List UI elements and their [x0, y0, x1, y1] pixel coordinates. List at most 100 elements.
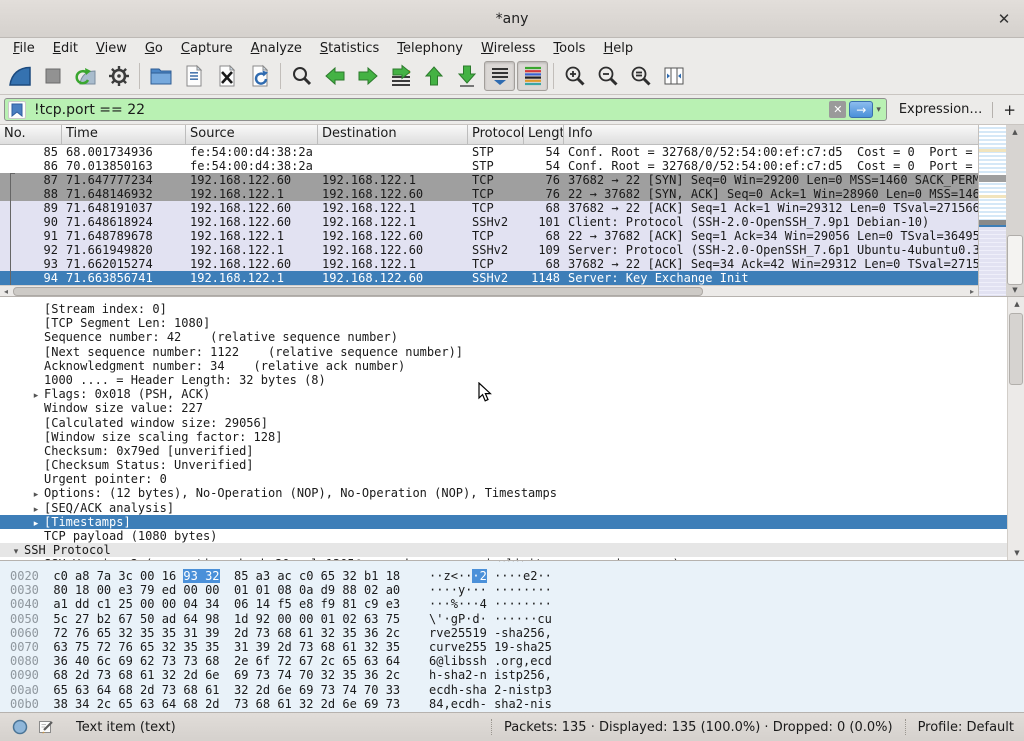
column-header-source[interactable]: Source	[186, 125, 318, 144]
hscroll-left-arrow-icon[interactable]: ◂	[0, 286, 12, 297]
detail-line[interactable]: ▸[Timestamps]	[0, 515, 1024, 529]
vscroll-down-arrow-icon[interactable]: ▼	[1006, 283, 1024, 297]
zoom-out-button[interactable]	[592, 61, 623, 91]
detail-scroll-thumb[interactable]	[1009, 313, 1023, 385]
find-packet-button[interactable]	[286, 61, 317, 91]
detail-line[interactable]: Urgent pointer: 0	[0, 472, 1024, 486]
hex-row-0090[interactable]: 0090 68 2d 73 68 61 32 2d 6e 69 73 74 70…	[0, 668, 1024, 682]
menu-edit[interactable]: Edit	[44, 40, 87, 57]
column-header-no[interactable]: No.	[0, 125, 62, 144]
menu-go[interactable]: Go	[136, 40, 172, 57]
go-first-button[interactable]	[418, 61, 449, 91]
file-save-button[interactable]	[178, 61, 209, 91]
resize-columns-button[interactable]	[658, 61, 689, 91]
detail-line[interactable]: 1000 .... = Header Length: 32 bytes (8)	[0, 373, 1024, 387]
capture-options-button[interactable]	[103, 61, 134, 91]
packet-row-89[interactable]: 8971.648191037192.168.122.60192.168.122.…	[0, 201, 978, 215]
menu-file[interactable]: File	[4, 40, 44, 57]
column-header-time[interactable]: Time	[62, 125, 186, 144]
go-to-packet-button[interactable]	[385, 61, 416, 91]
menu-capture[interactable]: Capture	[172, 40, 242, 57]
packet-row-86[interactable]: 8670.013850163fe:54:00:d4:38:2aSTP54Conf…	[0, 159, 978, 173]
auto-scroll-button[interactable]	[484, 61, 515, 91]
pane-splitter[interactable]: ······	[0, 560, 1024, 565]
zoom-reset-button[interactable]	[625, 61, 656, 91]
reload-button[interactable]	[244, 61, 275, 91]
capture-stop-button[interactable]	[37, 61, 68, 91]
packet-row-94[interactable]: 9471.663856741192.168.122.1192.168.122.6…	[0, 271, 978, 285]
hex-row-00a0[interactable]: 00a0 65 63 64 68 2d 73 68 61 32 2d 6e 69…	[0, 683, 1024, 697]
expander-closed-icon[interactable]: ▸	[28, 519, 44, 529]
packet-row-91[interactable]: 9171.648789678192.168.122.1192.168.122.6…	[0, 229, 978, 243]
add-filter-button[interactable]: +	[1003, 101, 1016, 119]
packet-row-90[interactable]: 9071.648618924192.168.122.60192.168.122.…	[0, 215, 978, 229]
menu-help[interactable]: Help	[594, 40, 642, 57]
filter-bookmark-button[interactable]	[5, 99, 29, 120]
menu-tools[interactable]: Tools	[544, 40, 594, 57]
expression-button[interactable]: Expression…	[899, 102, 983, 117]
detail-line[interactable]: [Next sequence number: 1122 (relative se…	[0, 345, 1024, 359]
zoom-in-button[interactable]	[559, 61, 590, 91]
packet-row-85[interactable]: 8568.001734936fe:54:00:d4:38:2aSTP54Conf…	[0, 145, 978, 159]
file-close-button[interactable]	[211, 61, 242, 91]
packet-row-87[interactable]: 8771.647777234192.168.122.60192.168.122.…	[0, 173, 978, 187]
detail-line[interactable]: Sequence number: 42 (relative sequence n…	[0, 330, 1024, 344]
vscroll-up-arrow-icon[interactable]: ▲	[1006, 125, 1024, 139]
detail-line[interactable]: [Calculated window size: 29056]	[0, 416, 1024, 430]
detail-line[interactable]: [Stream index: 0]	[0, 302, 1024, 316]
hex-row-0070[interactable]: 0070 63 75 72 76 65 32 35 35 31 39 2d 73…	[0, 640, 1024, 654]
expert-info-button[interactable]	[10, 717, 30, 737]
filter-clear-button[interactable]: ✕	[829, 101, 846, 118]
hex-row-0030[interactable]: 0030 80 18 00 e3 79 ed 00 00 01 01 08 0a…	[0, 583, 1024, 597]
detail-line[interactable]: TCP payload (1080 bytes)	[0, 529, 1024, 543]
filter-apply-button[interactable]: →	[849, 101, 873, 118]
hscroll-right-arrow-icon[interactable]: ▸	[966, 286, 978, 297]
capture-start-button[interactable]	[4, 61, 35, 91]
capture-restart-button[interactable]	[70, 61, 101, 91]
filter-dropdown-caret-icon[interactable]: ▾	[876, 105, 881, 115]
expander-closed-icon[interactable]: ▸	[28, 505, 44, 515]
detail-line[interactable]: [TCP Segment Len: 1080]	[0, 316, 1024, 330]
column-header-length[interactable]: Length	[524, 125, 564, 144]
detail-line[interactable]: ▾SSH Protocol	[0, 543, 1024, 557]
menu-wireless[interactable]: Wireless	[472, 40, 544, 57]
packet-row-88[interactable]: 8871.648146932192.168.122.1192.168.122.6…	[0, 187, 978, 201]
vscroll-thumb[interactable]	[1007, 235, 1023, 285]
detail-vscrollbar[interactable]: ▲ ▼	[1007, 297, 1024, 560]
hex-row-0020[interactable]: 0020 c0 a8 7a 3c 00 16 93 32 85 a3 ac c0…	[0, 569, 1024, 583]
expander-closed-icon[interactable]: ▸	[28, 490, 44, 500]
menu-view[interactable]: View	[87, 40, 136, 57]
go-previous-button[interactable]	[319, 61, 350, 91]
packet-list-hscrollbar[interactable]: ◂ ▸	[0, 285, 978, 297]
hex-row-0050[interactable]: 0050 5c 27 b2 67 50 ad 64 98 1d 92 00 00…	[0, 612, 1024, 626]
menu-telephony[interactable]: Telephony	[388, 40, 472, 57]
packet-list-minimap[interactable]	[978, 125, 1006, 297]
hex-row-0080[interactable]: 0080 36 40 6c 69 62 73 73 68 2e 6f 72 67…	[0, 654, 1024, 668]
filter-text[interactable]: !tcp.port == 22	[29, 102, 829, 118]
packet-list-vscrollbar[interactable]: ▲ ▼	[1006, 125, 1024, 297]
file-open-button[interactable]	[145, 61, 176, 91]
hex-row-0060[interactable]: 0060 72 76 65 32 35 35 31 39 2d 73 68 61…	[0, 626, 1024, 640]
column-header-info[interactable]: Info	[564, 125, 1024, 144]
detail-scroll-down-icon[interactable]: ▼	[1008, 546, 1024, 560]
expander-closed-icon[interactable]: ▸	[28, 391, 44, 401]
hex-row-00b0[interactable]: 00b0 38 34 2c 65 63 64 68 2d 73 68 61 32…	[0, 697, 1024, 711]
go-next-button[interactable]	[352, 61, 383, 91]
detail-line[interactable]: ▸[SEQ/ACK analysis]	[0, 501, 1024, 515]
colorize-button[interactable]	[517, 61, 548, 91]
detail-line[interactable]: [Checksum Status: Unverified]	[0, 458, 1024, 472]
menu-statistics[interactable]: Statistics	[311, 40, 388, 57]
profile-indicator[interactable]: Profile: Default	[918, 720, 1014, 735]
packet-row-92[interactable]: 9271.661949820192.168.122.1192.168.122.6…	[0, 243, 978, 257]
capture-comment-button[interactable]	[36, 717, 56, 737]
column-header-protocol[interactable]: Protocol	[468, 125, 524, 144]
expander-open-icon[interactable]: ▾	[8, 547, 24, 557]
hscroll-thumb[interactable]	[13, 287, 703, 296]
hex-row-0040[interactable]: 0040 a1 dd c1 25 00 00 04 34 06 14 f5 e8…	[0, 597, 1024, 611]
detail-line[interactable]: ▸Options: (12 bytes), No-Operation (NOP)…	[0, 486, 1024, 500]
close-icon[interactable]: ✕	[994, 9, 1014, 29]
detail-scroll-up-icon[interactable]: ▲	[1008, 297, 1024, 311]
column-header-destination[interactable]: Destination	[318, 125, 468, 144]
menu-analyze[interactable]: Analyze	[242, 40, 311, 57]
detail-line[interactable]: Checksum: 0x79ed [unverified]	[0, 444, 1024, 458]
